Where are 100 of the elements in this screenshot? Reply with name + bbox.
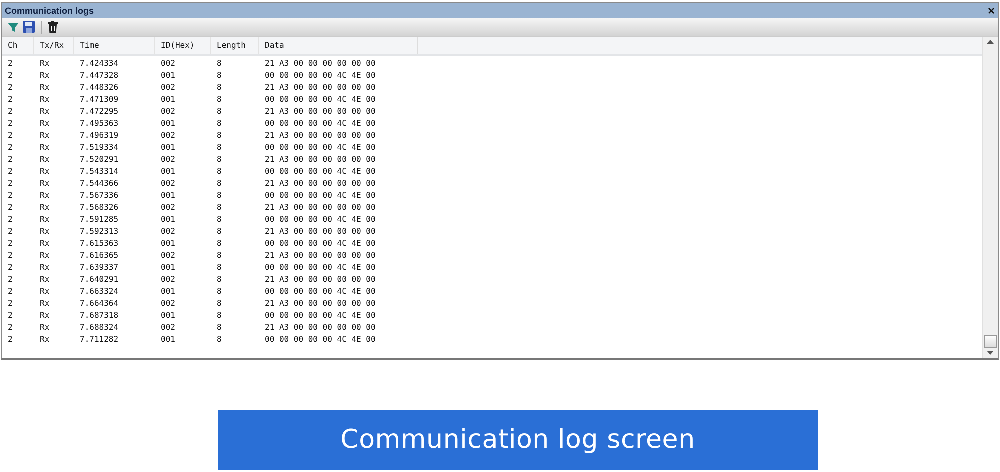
table-cell-text: 7.448326 [79, 82, 120, 94]
table-cell-text: 8 [216, 250, 223, 262]
table-cell-text: 21 A3 00 00 00 00 00 00 [264, 178, 377, 190]
table-cell-text: 7.543314 [79, 166, 120, 178]
table-cell-text: 21 A3 00 00 00 00 00 00 [264, 322, 377, 334]
table-cell-text: 00 00 00 00 00 4C 4E 00 [264, 262, 377, 274]
scroll-down-icon[interactable] [987, 351, 994, 355]
table-cell-text: Rx [39, 94, 51, 106]
table-cell-text: 7.663324 [79, 286, 120, 298]
column-header[interactable]: Time [74, 37, 155, 54]
table-cell-text: 7.639337 [79, 262, 120, 274]
table-cell-text: 8 [216, 238, 223, 250]
table-cell-text: 8 [216, 286, 223, 298]
table-cell-text: Rx [39, 166, 51, 178]
table-cell-text: 7.591285 [79, 214, 120, 226]
table-cell-text: 21 A3 00 00 00 00 00 00 [264, 274, 377, 286]
column-header[interactable]: Ch [2, 37, 34, 54]
table-cell-text: 8 [216, 226, 223, 238]
table-cell-text: 002 [160, 178, 176, 190]
caption-text: Communication log screen [340, 425, 696, 455]
table-cell-text: 00 00 00 00 00 4C 4E 00 [264, 334, 377, 346]
table-cell-text: 001 [160, 262, 176, 274]
table-cell-text: 2 [7, 178, 14, 190]
table-cell-text: 8 [216, 274, 223, 286]
table-cell-text: 8 [216, 262, 223, 274]
table-cell-text: 2 [7, 262, 14, 274]
table-cell-text: Rx [39, 238, 51, 250]
table-cell-text: Rx [39, 58, 51, 70]
scroll-thumb[interactable] [984, 335, 997, 348]
scroll-up-icon[interactable] [987, 40, 994, 44]
table-cell-text: Rx [39, 250, 51, 262]
save-icon[interactable] [23, 21, 35, 33]
table-cell-text: 2 [7, 94, 14, 106]
table-cell-text: 7.592313 [79, 226, 120, 238]
table-cell-text: 2 [7, 238, 14, 250]
table-cell-text: 001 [160, 118, 176, 130]
table-cell-text: 2 [7, 82, 14, 94]
table-cell-text: 21 A3 00 00 00 00 00 00 [264, 202, 377, 214]
table-cell-text: 7.640291 [79, 274, 120, 286]
table-cell-text: 001 [160, 94, 176, 106]
table-cell-text: 7.615363 [79, 238, 120, 250]
column-header[interactable]: Tx/Rx [34, 37, 74, 54]
table-cell-text: 2 [7, 214, 14, 226]
table-cell-text: Rx [39, 262, 51, 274]
table-cell-text: 7.616365 [79, 250, 120, 262]
table-cell-text: 8 [216, 214, 223, 226]
table-cell-text: Rx [39, 322, 51, 334]
table-cell-text: 002 [160, 274, 176, 286]
table-cell-text: Rx [39, 334, 51, 346]
table-cell-text: Rx [39, 154, 51, 166]
table-cell-text: 002 [160, 154, 176, 166]
filter-icon[interactable] [8, 22, 19, 32]
table-cell-text: Rx [39, 70, 51, 82]
table-cell-text: 21 A3 00 00 00 00 00 00 [264, 298, 377, 310]
table-cell-text: 001 [160, 166, 176, 178]
table-cell-text: 00 00 00 00 00 4C 4E 00 [264, 238, 377, 250]
table-cell-text: Rx [39, 118, 51, 130]
table-cell-text: 002 [160, 250, 176, 262]
table-cell-text: 00 00 00 00 00 4C 4E 00 [264, 70, 377, 82]
table-cell-text: 002 [160, 202, 176, 214]
table-cell-text: Rx [39, 226, 51, 238]
column-header[interactable]: Data [259, 37, 418, 54]
table-cell-text: Rx [39, 286, 51, 298]
table-cell-text: 8 [216, 178, 223, 190]
table-cell-text: 002 [160, 58, 176, 70]
table-cell-text: 21 A3 00 00 00 00 00 00 [264, 130, 377, 142]
table-cell-text: 8 [216, 154, 223, 166]
table-cell-text: 002 [160, 322, 176, 334]
table-cell-text: 21 A3 00 00 00 00 00 00 [264, 82, 377, 94]
table-cell-text: Rx [39, 142, 51, 154]
table-cell-text: 8 [216, 310, 223, 322]
table-cell-text: 001 [160, 70, 176, 82]
table-cell-text: 00 00 00 00 00 4C 4E 00 [264, 118, 377, 130]
table-cell-text: Rx [39, 82, 51, 94]
table-cell-text: 001 [160, 334, 176, 346]
table-cell-text: 2 [7, 58, 14, 70]
column-header[interactable]: ID(Hex) [155, 37, 211, 54]
scrollbar[interactable] [982, 37, 998, 358]
table-cell-text: 7.568326 [79, 202, 120, 214]
table-cell-text: 2 [7, 154, 14, 166]
table-cell-text: 001 [160, 190, 176, 202]
table-cell-text: 8 [216, 94, 223, 106]
table-cell-text: 002 [160, 106, 176, 118]
table-cell-text: Rx [39, 190, 51, 202]
table-cell-text: 2 [7, 310, 14, 322]
close-button[interactable]: × [988, 4, 995, 16]
table-cell-text: 00 00 00 00 00 4C 4E 00 [264, 166, 377, 178]
table-cell-text: 8 [216, 142, 223, 154]
column-header[interactable]: Length [211, 37, 259, 54]
table-cell-text: 21 A3 00 00 00 00 00 00 [264, 154, 377, 166]
table-cell-text: 7.664364 [79, 298, 120, 310]
table-cell-text: 7.495363 [79, 118, 120, 130]
trash-icon[interactable] [48, 21, 58, 33]
table-cell-text: 7.519334 [79, 142, 120, 154]
table-cell-text: 8 [216, 82, 223, 94]
table-cell-text: 00 00 00 00 00 4C 4E 00 [264, 94, 377, 106]
table-cell-text: 2 [7, 190, 14, 202]
table-cell-text: 8 [216, 106, 223, 118]
table-cell-text: 2 [7, 226, 14, 238]
table-cell-text: 2 [7, 70, 14, 82]
